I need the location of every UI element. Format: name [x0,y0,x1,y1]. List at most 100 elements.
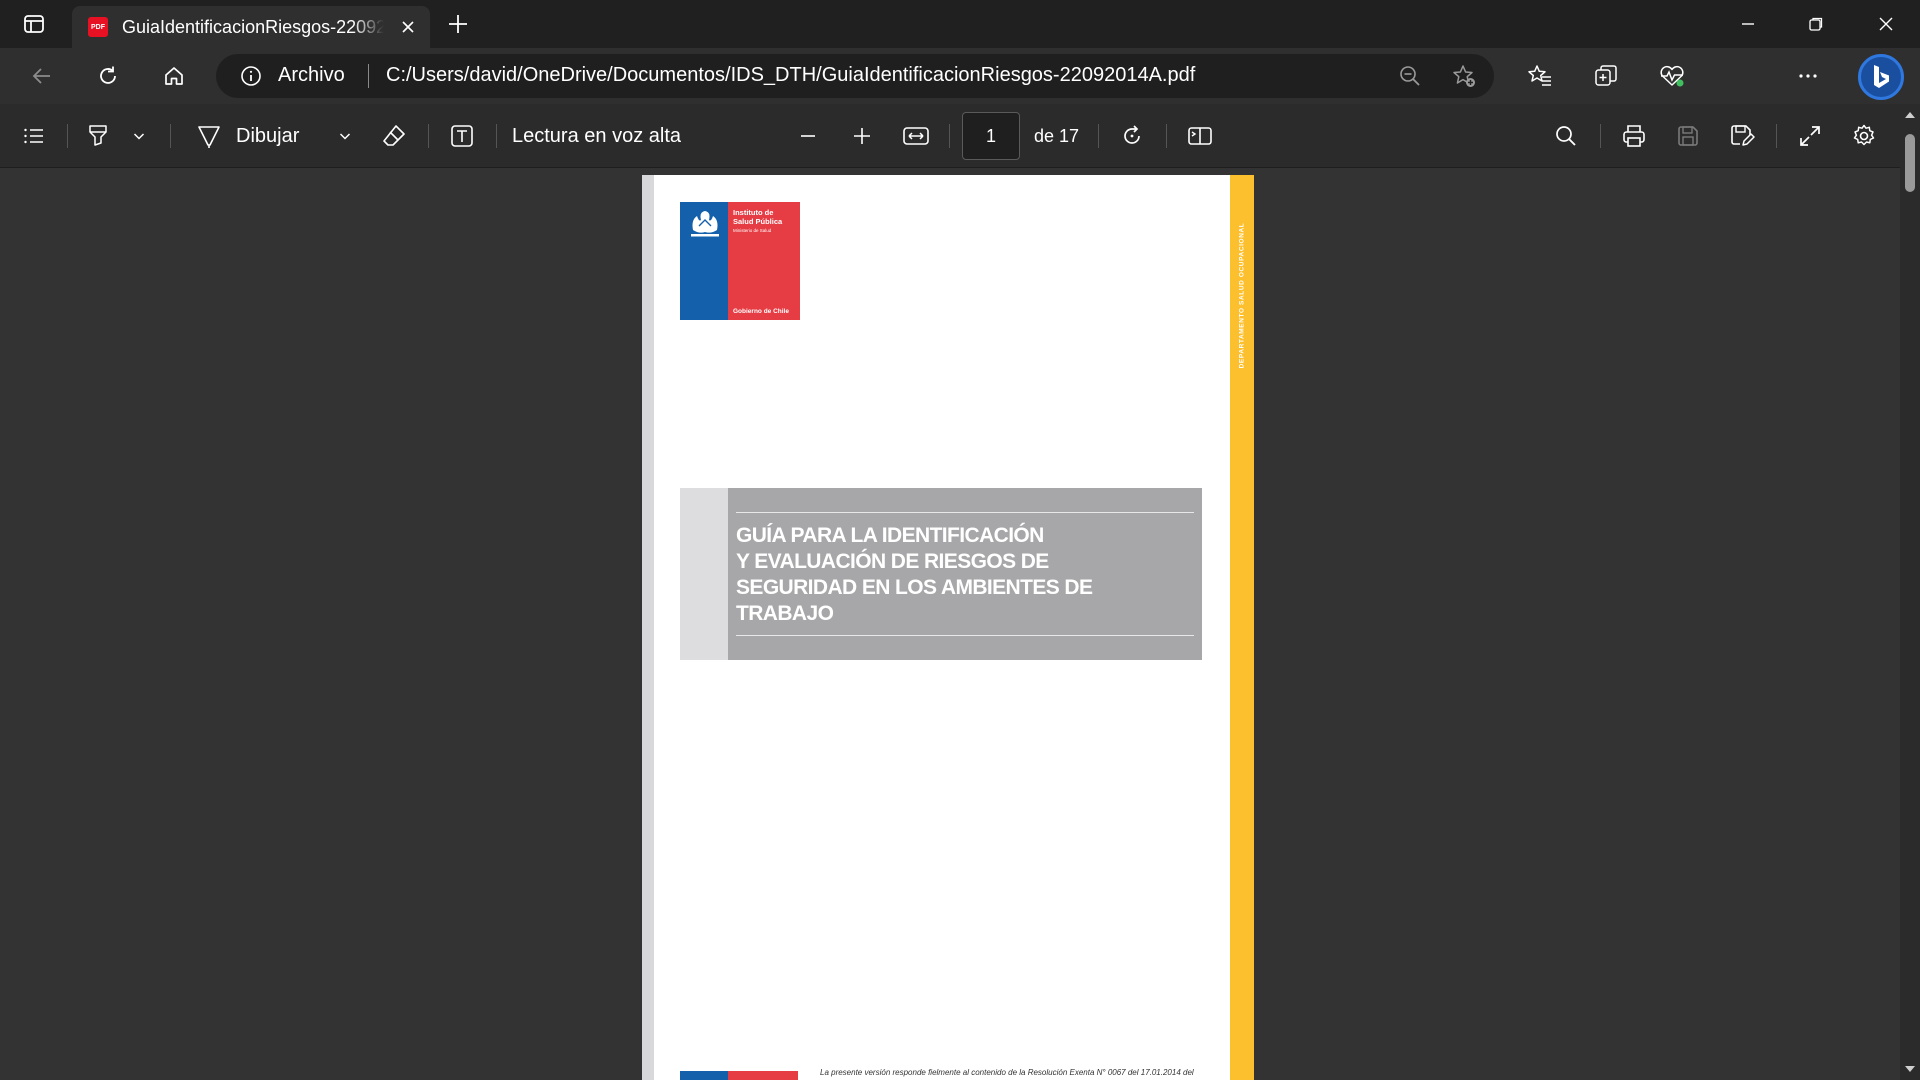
draw-options-button[interactable] [332,116,358,156]
address-bar[interactable]: Archivo C:/Users/david/OneDrive/Document… [216,54,1494,98]
home-button[interactable] [154,56,194,96]
draw-button[interactable]: Dibujar [196,116,316,156]
fullscreen-button[interactable] [1792,116,1828,156]
save-button[interactable] [1670,116,1706,156]
settings-button[interactable] [1846,116,1882,156]
minimize-icon [1742,23,1754,25]
add-favorite-button[interactable] [1450,62,1478,90]
contents-button[interactable] [16,116,52,156]
rotate-button[interactable] [1114,116,1150,156]
coat-of-arms-icon [691,211,719,237]
back-button[interactable] [22,56,62,96]
url-text[interactable]: C:/Users/david/OneDrive/Documentos/IDS_D… [386,64,1195,87]
restore-button[interactable] [1782,0,1850,48]
scroll-down-button[interactable] [1903,1062,1917,1076]
gear-icon [1853,124,1875,146]
save-icon [1678,126,1698,146]
tab-strip: PDF GuiaIdentificacionRiesgos-22092014A.… [0,0,1920,48]
divider [1600,124,1601,148]
favorites-button[interactable] [1520,56,1560,96]
new-tab-button[interactable] [442,8,474,40]
page-number-input[interactable]: 1 [962,112,1020,160]
chevron-down-icon [133,133,145,140]
plus-icon [449,15,467,33]
draw-icon [198,126,220,148]
minimize-button[interactable] [1714,0,1782,48]
fullscreen-icon [1800,126,1820,146]
divider [67,124,68,148]
side-band-label: DEPARTAMENTO SALUD OCUPACIONAL [1238,222,1246,368]
home-icon [165,67,183,85]
page-edge-strip [642,175,654,1080]
find-button[interactable] [1548,116,1584,156]
draw-label: Dibujar [236,124,300,147]
tab-actions-icon [24,15,44,33]
pdf-toolbar: Dibujar Lectura en voz alta 1 de 17 [0,104,1920,168]
zoom-out-button[interactable] [790,116,826,156]
back-arrow-icon [32,68,50,84]
highlight-button[interactable] [80,116,116,156]
zoom-indicator-button[interactable] [1396,62,1424,90]
tab-title: GuiaIdentificacionRiesgos-22092014A.pdf [122,16,384,37]
close-tab-button[interactable] [396,15,420,39]
heartbeat-icon [1660,65,1684,87]
scrollbar-thumb[interactable] [1905,134,1915,192]
document-title-box: GUÍA PARA LA IDENTIFICACIÓN Y EVALUACIÓN… [680,488,1202,660]
divider [949,124,950,148]
print-button[interactable] [1616,116,1652,156]
print-icon [1623,125,1645,147]
close-icon [402,21,414,33]
page-total-label: de 17 [1034,126,1080,146]
more-button[interactable] [1788,56,1828,96]
page-view-button[interactable] [1182,116,1218,156]
zoom-in-button[interactable] [844,116,880,156]
add-text-button[interactable] [444,116,480,156]
institution-logo: Instituto de Salud Pública Ministerio de … [680,202,800,320]
search-icon [1556,126,1576,146]
logo-ministry: Ministerio de Salud [733,228,772,233]
refresh-icon [100,66,116,84]
save-as-icon [1731,125,1755,146]
footer-logo [680,1071,798,1080]
restore-icon [1809,17,1823,31]
tab-actions-button[interactable] [14,8,54,40]
logo-government: Gobierno de Chile [733,308,789,315]
zoom-out-icon [1400,66,1420,86]
save-as-button[interactable] [1724,116,1760,156]
scrollbar[interactable] [1900,104,1920,1080]
bing-chat-button[interactable] [1858,54,1904,100]
favorites-icon [1528,65,1551,86]
chevron-up-icon [1905,112,1915,118]
rotate-icon [1124,125,1140,144]
divider [1166,124,1167,148]
active-tab[interactable]: PDF GuiaIdentificacionRiesgos-22092014A.… [72,6,430,48]
close-icon [1879,17,1893,31]
fit-to-width-button[interactable] [898,116,934,156]
pdf-icon: PDF [88,17,108,37]
erase-button[interactable] [376,116,412,156]
plus-icon [854,128,870,144]
performance-button[interactable] [1652,56,1692,96]
text-box-icon [451,125,473,147]
logo-institution-name: Instituto de Salud Pública [733,208,783,226]
read-aloud-label: Lectura en voz alta [512,124,681,147]
divider [170,124,171,148]
info-icon[interactable] [240,65,262,87]
highlight-options-button[interactable] [126,116,152,156]
read-aloud-button[interactable]: Lectura en voz alta [512,116,702,156]
minus-icon [801,135,815,137]
fit-width-icon [903,127,929,145]
divider [1776,124,1777,148]
divider [1098,124,1099,148]
list-icon [24,128,43,144]
collections-icon [1595,65,1617,86]
collections-button[interactable] [1586,56,1626,96]
eraser-icon [383,125,405,146]
close-window-button[interactable] [1852,0,1920,48]
page-view-icon [1188,127,1212,145]
site-label: Archivo [278,64,345,86]
scroll-up-button[interactable] [1903,108,1917,122]
pdf-viewer[interactable]: DEPARTAMENTO SALUD OCUPACIONAL Instituto… [0,168,1900,1080]
refresh-button[interactable] [88,56,128,96]
bing-icon [1874,65,1889,88]
